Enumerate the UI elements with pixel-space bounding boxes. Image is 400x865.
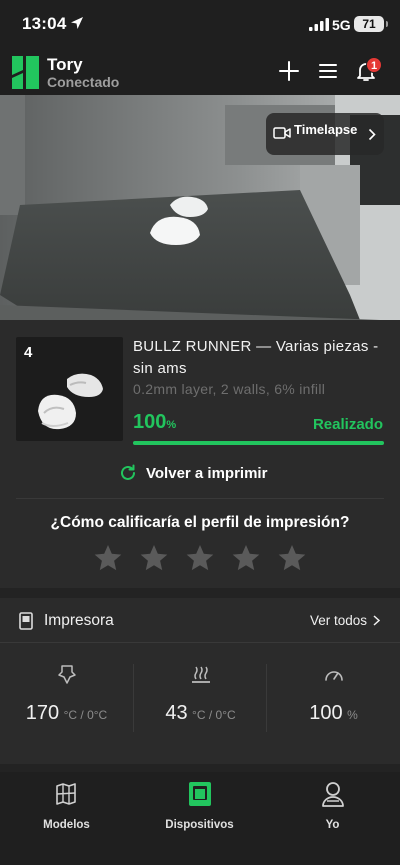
divider bbox=[16, 498, 384, 499]
device-connection-status: Conectado bbox=[47, 74, 120, 90]
timelapse-label: Timelapse bbox=[294, 122, 358, 137]
bottom-tab-bar: Modelos Dispositivos Yo bbox=[0, 772, 400, 865]
printer-section-header: Impresora Ver todos bbox=[0, 598, 400, 642]
tab-models[interactable]: Modelos bbox=[0, 780, 133, 840]
printer-icon bbox=[19, 612, 33, 630]
rating-star-icon[interactable] bbox=[185, 543, 215, 573]
battery-level: 71 bbox=[362, 17, 376, 31]
location-arrow-icon bbox=[71, 17, 83, 29]
speed-value: 100 bbox=[309, 702, 343, 724]
tab-devices[interactable]: Dispositivos bbox=[133, 780, 266, 840]
network-type: 5G bbox=[332, 17, 351, 33]
speed-unit: % bbox=[347, 708, 358, 722]
plate-number: 4 bbox=[24, 344, 33, 361]
print-job-card: 4 BULLZ RUNNER — Varias piezas - sin ams… bbox=[0, 320, 400, 588]
tab-label: Yo bbox=[325, 819, 340, 831]
tab-label: Dispositivos bbox=[165, 819, 234, 831]
video-camera-icon bbox=[273, 127, 291, 139]
tab-me[interactable]: Yo bbox=[266, 780, 399, 840]
battery-icon: 71 bbox=[354, 16, 388, 32]
speed-gauge-icon bbox=[324, 671, 343, 681]
job-progress-fill bbox=[133, 441, 384, 445]
printer-section: Impresora Ver todos 170 °C / 0°C 43 °C /… bbox=[0, 598, 400, 764]
bed-temp-value: 43 bbox=[165, 702, 188, 724]
job-progress-value: 100 bbox=[133, 411, 167, 433]
job-status: Realizado bbox=[312, 416, 383, 433]
rating-star-icon[interactable] bbox=[93, 543, 123, 573]
bed-temp-unit: °C / 0°C bbox=[192, 708, 236, 722]
job-progress-percent: 100% bbox=[133, 411, 176, 434]
job-title: BULLZ RUNNER — Varias piezas - sin ams bbox=[133, 338, 379, 377]
camera-feed[interactable]: Timelapse bbox=[0, 95, 400, 320]
devices-icon bbox=[188, 782, 211, 806]
bed-temperature-readout: 43 °C / 0°C bbox=[134, 702, 267, 725]
rating-star-icon[interactable] bbox=[139, 543, 169, 573]
bed-temperature[interactable]: 43 °C / 0°C bbox=[134, 664, 267, 734]
notification-badge: 1 bbox=[366, 57, 382, 73]
sneaker-model-image bbox=[38, 373, 103, 430]
status-bar: 13:04 5G 71 bbox=[0, 0, 400, 48]
nozzle-temperature[interactable]: 170 °C / 0°C bbox=[0, 664, 133, 734]
models-icon bbox=[55, 783, 76, 805]
job-parameters: 0.2mm layer, 2 walls, 6% infill bbox=[133, 381, 326, 397]
printer-section-title: Impresora bbox=[44, 612, 114, 629]
cellular-signal-icon bbox=[309, 18, 329, 31]
nozzle-temperature-readout: 170 °C / 0°C bbox=[0, 702, 133, 725]
status-time: 13:04 bbox=[22, 14, 67, 33]
reprint-button[interactable]: Volver a imprimir bbox=[118, 461, 267, 485]
menu-icon[interactable] bbox=[317, 60, 339, 82]
profile-icon bbox=[321, 782, 344, 807]
tab-label: Modelos bbox=[43, 819, 90, 831]
nozzle-icon bbox=[57, 665, 76, 684]
chevron-right-icon bbox=[373, 615, 380, 626]
divider bbox=[0, 642, 400, 643]
reprint-label: Volver a imprimir bbox=[146, 464, 268, 482]
see-all-link[interactable]: Ver todos bbox=[310, 613, 380, 628]
print-speed-readout: 100 % bbox=[267, 702, 400, 725]
device-name[interactable]: Tory bbox=[47, 55, 83, 75]
model-thumbnail[interactable]: 4 bbox=[16, 337, 123, 441]
add-icon[interactable] bbox=[278, 60, 300, 82]
heatbed-icon bbox=[191, 666, 210, 683]
rating-stars bbox=[93, 543, 307, 573]
see-all-label: Ver todos bbox=[309, 613, 367, 628]
timelapse-button[interactable]: Timelapse bbox=[266, 113, 384, 155]
job-progress-bar bbox=[133, 441, 384, 445]
job-progress-unit: % bbox=[166, 419, 177, 431]
app-header: Tory Conectado bbox=[0, 48, 400, 95]
print-speed[interactable]: 100 % bbox=[267, 664, 400, 734]
bambu-logo-icon bbox=[12, 56, 39, 89]
refresh-icon bbox=[121, 464, 135, 480]
rating-star-icon[interactable] bbox=[231, 543, 261, 573]
chevron-right-icon bbox=[368, 128, 376, 141]
nozzle-temp-unit: °C / 0°C bbox=[63, 708, 108, 722]
rating-question: ¿Cómo calificaría el perfil de impresión… bbox=[50, 514, 350, 531]
nozzle-temp-value: 170 bbox=[25, 702, 60, 724]
rating-star-icon[interactable] bbox=[277, 543, 307, 573]
